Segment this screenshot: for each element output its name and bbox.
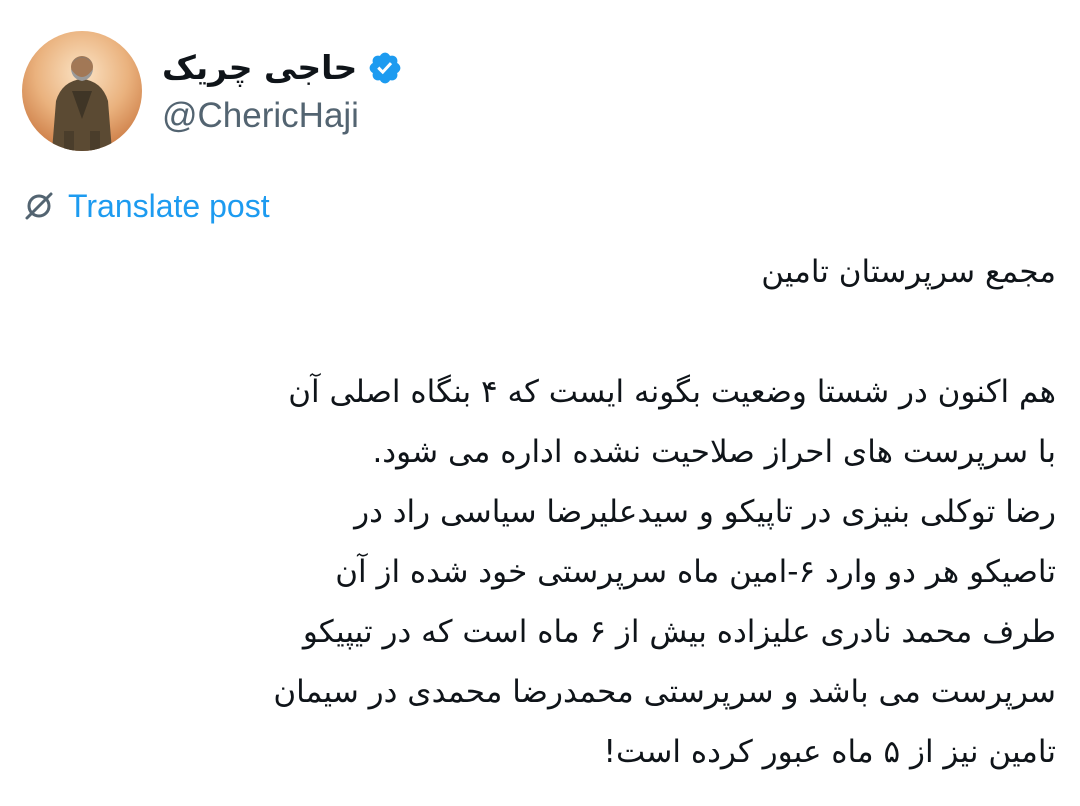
- post-title-line: مجمع سرپرستان تامین: [761, 254, 1056, 290]
- avatar-image: [22, 31, 142, 151]
- post-header: حاجی چریک @ChericHaji: [22, 30, 403, 152]
- tweet-view: حاجی چریک @ChericHaji Translate post مجم…: [0, 0, 1080, 806]
- post-line: تامین نیز از ۵ ماه عبور کرده است!: [603, 734, 1056, 770]
- post-line: با سرپرست های احراز صلاحیت نشده اداره می…: [372, 434, 1056, 470]
- handle[interactable]: @ChericHaji: [162, 95, 403, 137]
- post-line: طرف محمد نادری علیزاده بیش از ۶ ماه است …: [302, 614, 1056, 650]
- post-line: رضا توکلی بنیزی در تاپیکو و سیدعلیرضا سی…: [354, 494, 1056, 530]
- translate-post-link[interactable]: Translate post: [22, 184, 270, 228]
- author-names: حاجی چریک @ChericHaji: [162, 45, 403, 137]
- display-name[interactable]: حاجی چریک: [162, 45, 357, 91]
- translate-icon: [22, 189, 56, 223]
- name-row: حاجی چریک: [162, 45, 403, 91]
- verified-badge-icon: [367, 50, 403, 86]
- translate-label: Translate post: [68, 187, 270, 224]
- post-line: هم اکنون در شستا وضعیت بگونه ایست که ۴ ب…: [288, 374, 1056, 410]
- avatar[interactable]: [22, 31, 142, 151]
- post-line: سرپرست می باشد و سرپرستی محمدرضا محمدی د…: [273, 674, 1056, 710]
- post-line: تاصیکو هر دو وارد ۶-امین ماه سرپرستی خود…: [335, 554, 1056, 590]
- post-text: مجمع سرپرستان تامین هم اکنون در شستا وضع…: [22, 242, 1056, 782]
